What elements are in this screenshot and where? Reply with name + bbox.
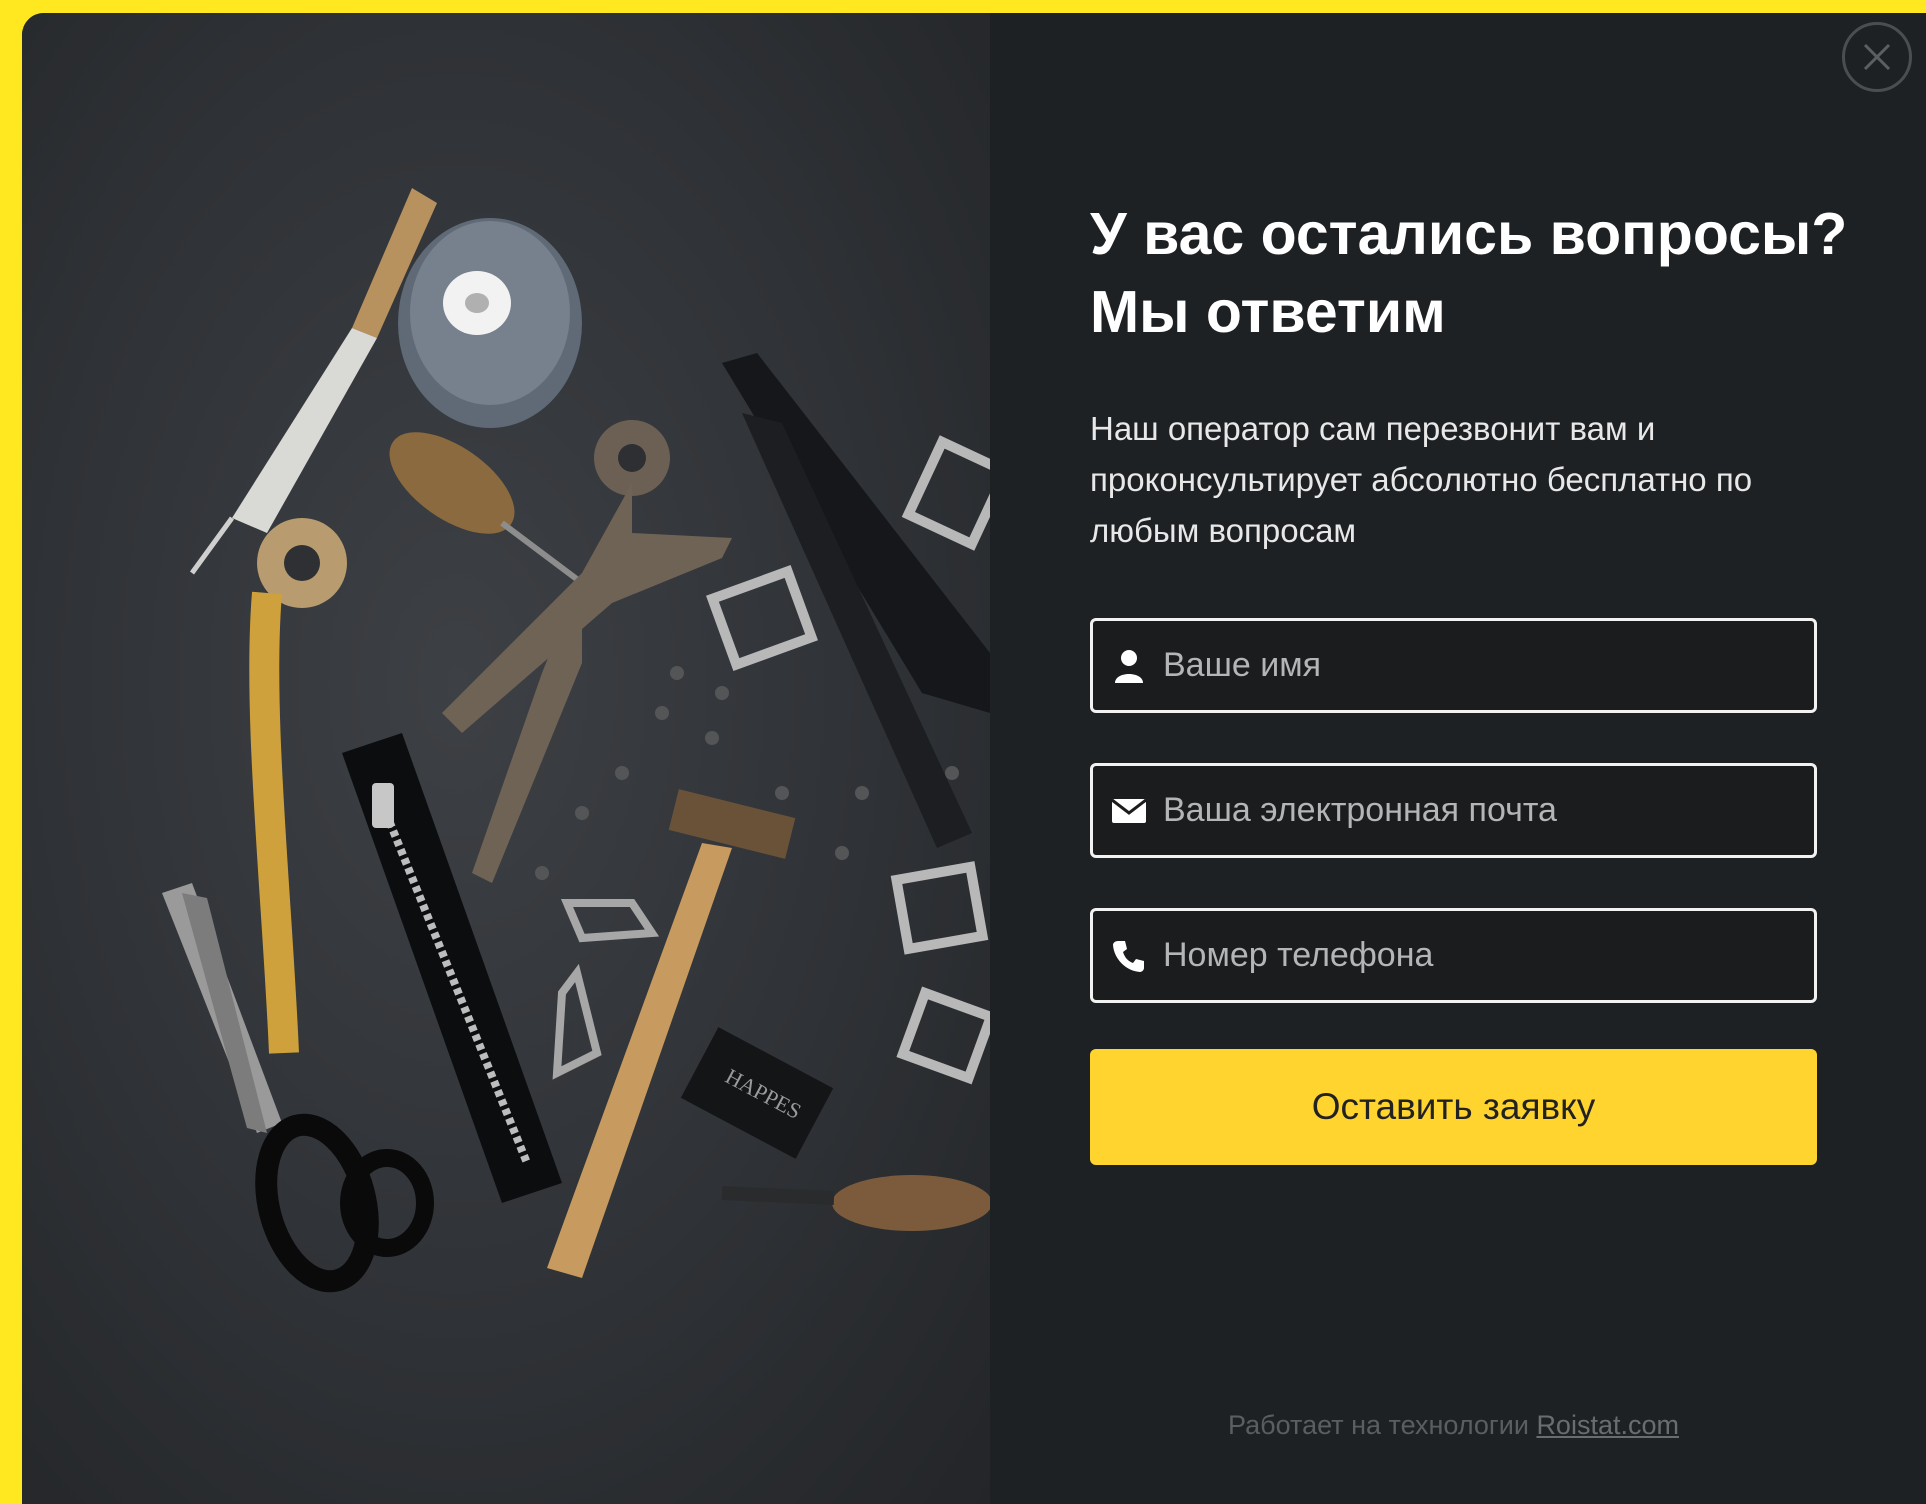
footer-credit: Работает на технологии Roistat.com [1090,1410,1817,1441]
scissors [162,883,434,1293]
name-field[interactable] [1090,618,1817,713]
user-icon [1109,646,1149,686]
email-field[interactable] [1090,763,1817,858]
roistat-link[interactable]: Roistat.com [1536,1410,1679,1440]
close-icon [1863,43,1891,71]
modal-title: У вас остались вопросы? Мы ответим [1090,201,1848,345]
zipper [342,733,562,1203]
footer-text: Работает на технологии [1228,1410,1529,1440]
phone-icon [1109,936,1149,976]
phone-field[interactable] [1090,908,1817,1003]
envelope-icon [1109,791,1149,831]
wood-handle [721,1175,990,1231]
craft-knife [189,188,437,575]
modal-description: Наш оператор сам перезвонит вам и прокон… [1090,410,1753,549]
tools-photo: HAPPES [22,13,990,1504]
tape-measure [249,518,347,1054]
awl-tool [389,432,584,586]
phone-input[interactable] [1163,911,1814,1000]
submit-button[interactable]: Оставить заявку [1090,1049,1817,1165]
close-button[interactable] [1842,22,1912,92]
name-input[interactable] [1163,621,1814,710]
leather-label: HAPPES [680,1027,834,1159]
hammer [547,789,796,1278]
email-input[interactable] [1163,766,1814,855]
thread-spool [398,218,582,428]
